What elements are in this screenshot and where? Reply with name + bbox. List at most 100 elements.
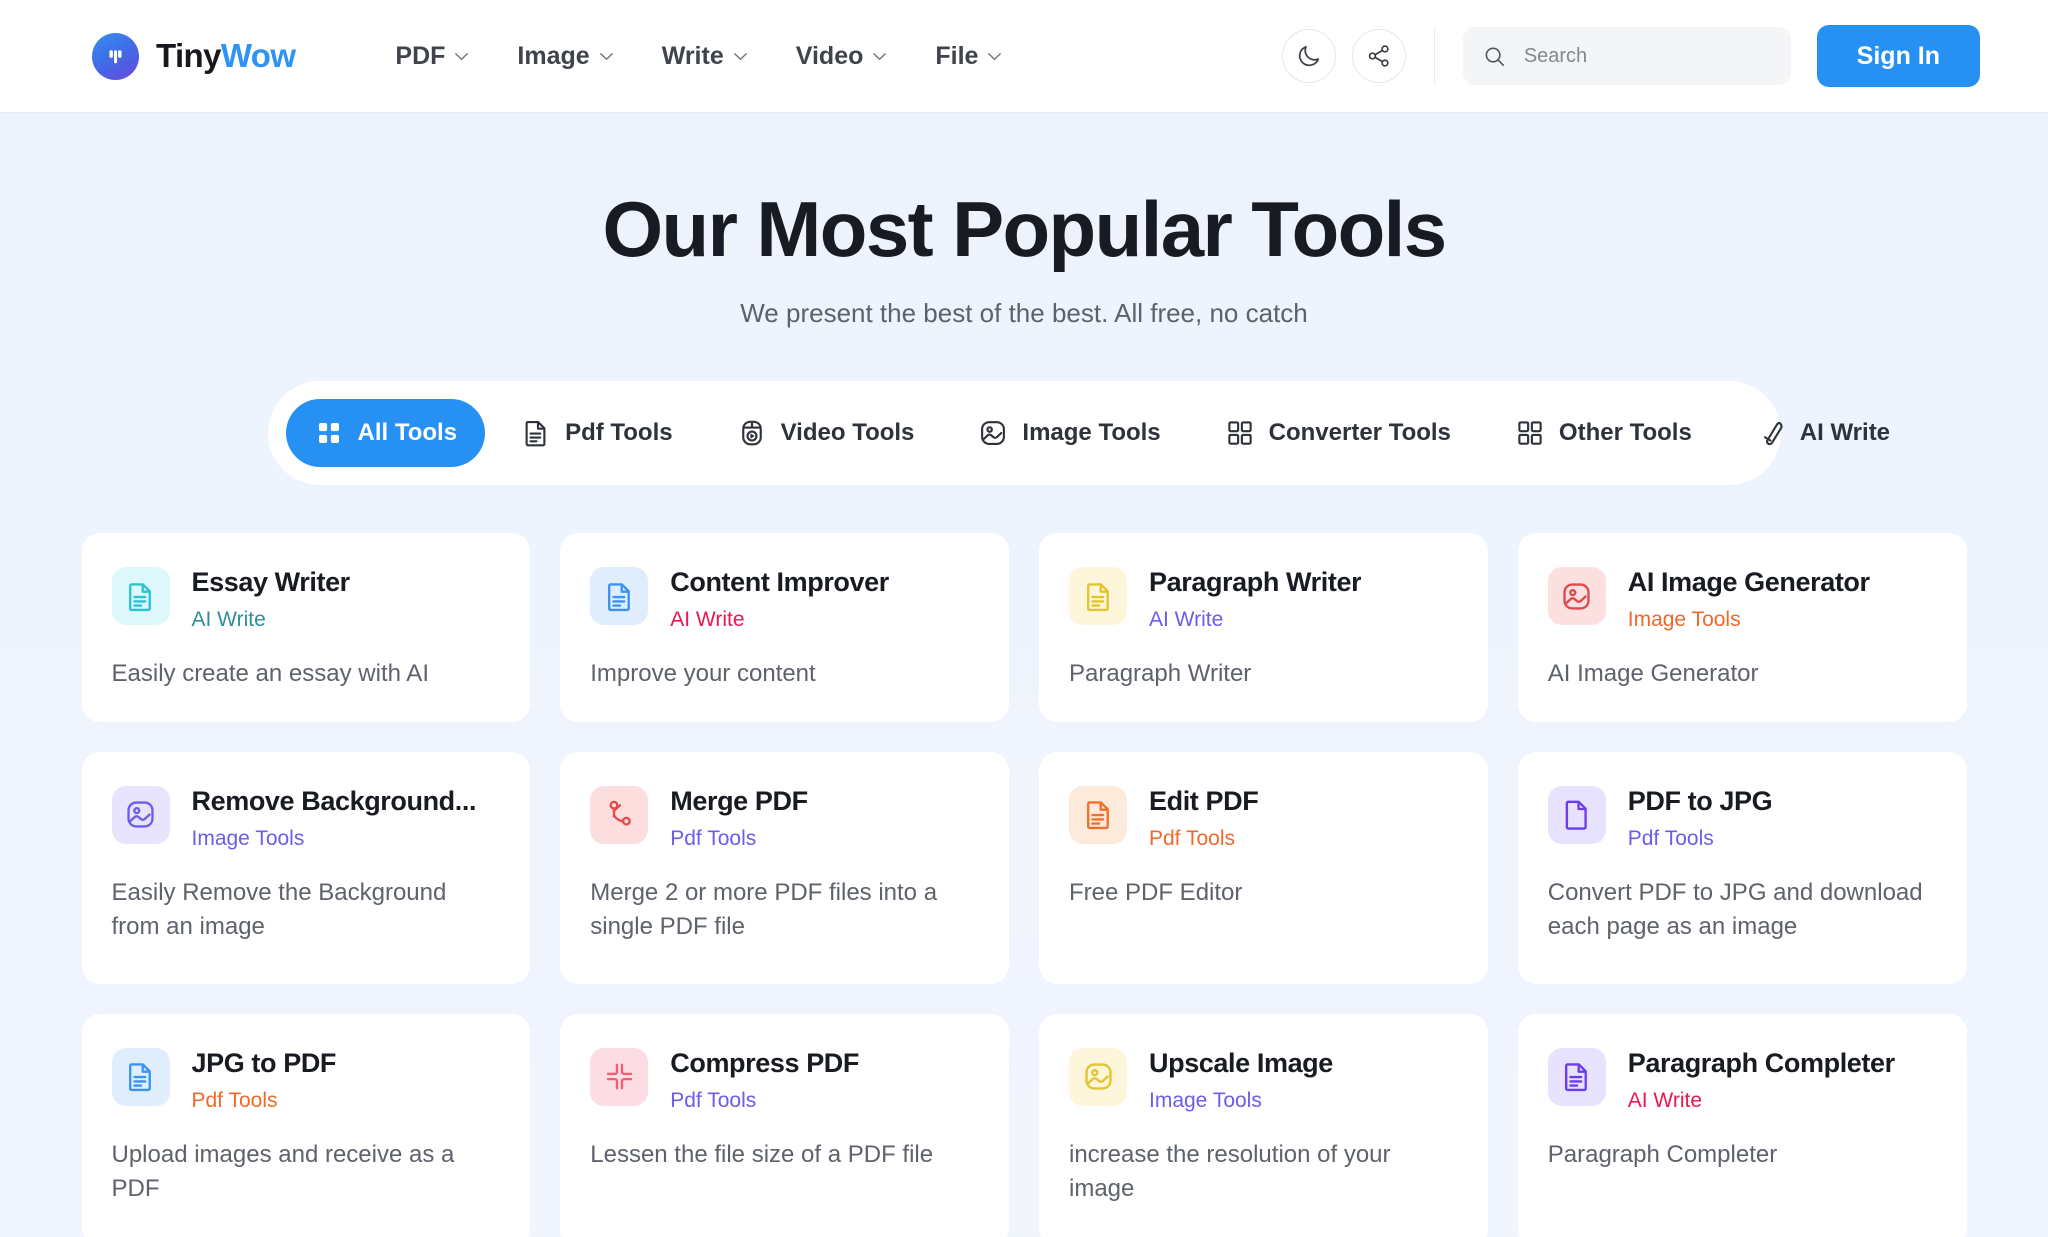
- tool-card-title: Content Improver: [670, 567, 889, 598]
- document-lines-icon: [521, 418, 551, 448]
- header-actions: Sign In: [1281, 25, 1980, 87]
- chevron-down-icon: [455, 52, 469, 60]
- tool-card-category[interactable]: Pdf Tools: [192, 1088, 337, 1113]
- nav-item-video[interactable]: Video: [796, 42, 888, 71]
- tool-card-title: Merge PDF: [670, 785, 808, 816]
- tool-card-text: Remove Background... Image Tools: [192, 786, 477, 851]
- tab-label: AI Write: [1799, 419, 1891, 447]
- tool-card[interactable]: Remove Background... Image Tools Easily Re…: [81, 751, 531, 984]
- tab-pdf-tools[interactable]: Pdf Tools: [493, 399, 701, 467]
- image-icon: [1069, 1047, 1127, 1106]
- tool-card-title: JPG to PDF: [191, 1047, 337, 1078]
- share-button[interactable]: [1351, 29, 1406, 83]
- tool-card-category[interactable]: AI Write: [1149, 607, 1361, 632]
- tab-ai-write[interactable]: AI Write: [1728, 399, 1918, 467]
- tool-card-text: Edit PDF Pdf Tools: [1149, 786, 1258, 851]
- brand-name: TinyWow: [156, 37, 296, 75]
- sign-in-button[interactable]: Sign In: [1816, 25, 1980, 87]
- tool-card[interactable]: Paragraph Writer AI Write Paragraph Writer: [1039, 533, 1488, 722]
- tool-card[interactable]: AI Image Generator Image Tools AI Image Ge…: [1517, 533, 1967, 722]
- page-title: Our Most Popular Tools: [602, 185, 1447, 273]
- tool-card-category[interactable]: Image Tools: [192, 826, 477, 851]
- tinywow-logo-icon: [92, 32, 139, 80]
- brand-logo[interactable]: TinyWow: [92, 32, 296, 80]
- document-lines-icon: [1086, 801, 1109, 830]
- tool-card-header: Compress PDF Pdf Tools: [590, 1047, 979, 1113]
- tool-card-description: Free PDF Editor: [1069, 878, 1243, 906]
- tool-card-category[interactable]: Image Tools: [1149, 1088, 1333, 1113]
- document-lines-icon: [590, 567, 649, 626]
- document-lines-icon: [129, 1063, 151, 1092]
- tool-card-description: Merge 2 or more PDF files into a single …: [590, 878, 938, 940]
- search-input[interactable]: [1523, 44, 1771, 68]
- tool-card[interactable]: PDF to JPG Pdf Tools Convert PDF to JPG an…: [1517, 751, 1967, 984]
- tool-category-tabs: All Tools Pdf Tools Video Tools Image Tools…: [267, 381, 1890, 486]
- tool-card-category[interactable]: Pdf Tools: [670, 826, 807, 851]
- tool-card-title: Edit PDF: [1149, 785, 1259, 816]
- nav-item-file[interactable]: File: [935, 42, 1002, 71]
- pen-icon: [1763, 422, 1783, 446]
- tab-converter-tools[interactable]: Converter Tools: [1197, 399, 1479, 467]
- tool-card[interactable]: Paragraph Completer AI Write Paragraph Com…: [1517, 1013, 1967, 1237]
- tool-card[interactable]: Edit PDF Pdf Tools Free PDF Editor: [1039, 751, 1488, 984]
- tool-card-category[interactable]: Pdf Tools: [1149, 826, 1258, 851]
- tab-image-tools[interactable]: Image Tools: [950, 399, 1188, 467]
- grid-squares-icon: [1515, 418, 1545, 448]
- tab-all-tools[interactable]: All Tools: [285, 399, 486, 468]
- tool-card-category[interactable]: Image Tools: [1628, 607, 1870, 632]
- merge-icon: [609, 800, 631, 826]
- video-play-icon: [741, 420, 762, 446]
- page-subtitle: We present the best of the best. All fre…: [740, 298, 1308, 329]
- tool-card-header: Paragraph Completer AI Write: [1547, 1047, 1937, 1113]
- tool-card-category[interactable]: AI Write: [670, 607, 889, 632]
- tool-card[interactable]: JPG to PDF Pdf Tools Upload images and rec…: [81, 1013, 531, 1237]
- tool-card-description: Convert PDF to JPG and download each pag…: [1547, 878, 1923, 940]
- tool-card-category[interactable]: Pdf Tools: [1628, 826, 1773, 851]
- tool-card-header: AI Image Generator Image Tools: [1547, 567, 1937, 632]
- tool-card-text: Essay Writer AI Write: [192, 567, 350, 632]
- search-container[interactable]: [1462, 27, 1791, 85]
- merge-icon: [590, 785, 649, 844]
- nav-item-pdf[interactable]: PDF: [395, 42, 469, 71]
- tab-other-tools[interactable]: Other Tools: [1487, 399, 1720, 467]
- tool-card[interactable]: Compress PDF Pdf Tools Lessen the file siz…: [560, 1013, 1009, 1237]
- tool-card-category[interactable]: Pdf Tools: [670, 1088, 859, 1113]
- nav-item-image[interactable]: Image: [517, 42, 613, 71]
- document-lines-icon: [1086, 582, 1109, 611]
- tool-card-header: PDF to JPG Pdf Tools: [1547, 785, 1937, 851]
- grid-squares-icon: [1227, 421, 1252, 445]
- tool-card-description: Improve your content: [590, 660, 816, 688]
- tool-card-description: Paragraph Completer: [1547, 1140, 1778, 1168]
- tool-card-description: Easily create an essay with AI: [111, 660, 429, 688]
- dark-mode-toggle[interactable]: [1281, 29, 1336, 83]
- image-icon: [1084, 1063, 1112, 1090]
- tool-card-header: Upscale Image Image Tools: [1069, 1047, 1458, 1113]
- tool-card-header: Merge PDF Pdf Tools: [590, 785, 979, 851]
- tool-card[interactable]: Essay Writer AI Write Easily create an ess…: [81, 533, 531, 722]
- tool-card-header: Paragraph Writer AI Write: [1069, 567, 1458, 632]
- compress-icon: [606, 1063, 632, 1090]
- tab-video-tools[interactable]: Video Tools: [709, 399, 943, 467]
- tab-label: Image Tools: [1022, 419, 1161, 447]
- tool-card-text: JPG to PDF Pdf Tools: [192, 1048, 337, 1113]
- tool-card-text: Compress PDF Pdf Tools: [670, 1048, 859, 1113]
- image-icon: [1563, 583, 1590, 610]
- brand-name-second: Wow: [220, 37, 296, 74]
- tool-card[interactable]: Upscale Image Image Tools increase the res…: [1039, 1013, 1488, 1237]
- compress-icon: [590, 1047, 649, 1106]
- tab-label: Other Tools: [1558, 419, 1692, 447]
- tool-card-category[interactable]: AI Write: [1628, 1088, 1895, 1113]
- tab-label: Pdf Tools: [565, 419, 673, 447]
- tool-card-category[interactable]: AI Write: [192, 607, 350, 632]
- tool-card[interactable]: Content Improver AI Write Improve your con…: [560, 533, 1009, 722]
- document-lines-icon: [1565, 1063, 1588, 1092]
- tool-card-description: Lessen the file size of a PDF file: [590, 1140, 934, 1168]
- document-lines-icon: [1547, 1047, 1606, 1106]
- tool-card-title: Compress PDF: [670, 1047, 859, 1078]
- nav-item-write[interactable]: Write: [662, 42, 748, 71]
- tool-card[interactable]: Merge PDF Pdf Tools Merge 2 or more PDF fi…: [560, 751, 1009, 984]
- tab-label: Video Tools: [780, 419, 915, 447]
- tool-card-header: Content Improver AI Write: [590, 567, 979, 632]
- document-lines-icon: [1069, 785, 1127, 844]
- brand-name-first: Tiny: [156, 37, 221, 74]
